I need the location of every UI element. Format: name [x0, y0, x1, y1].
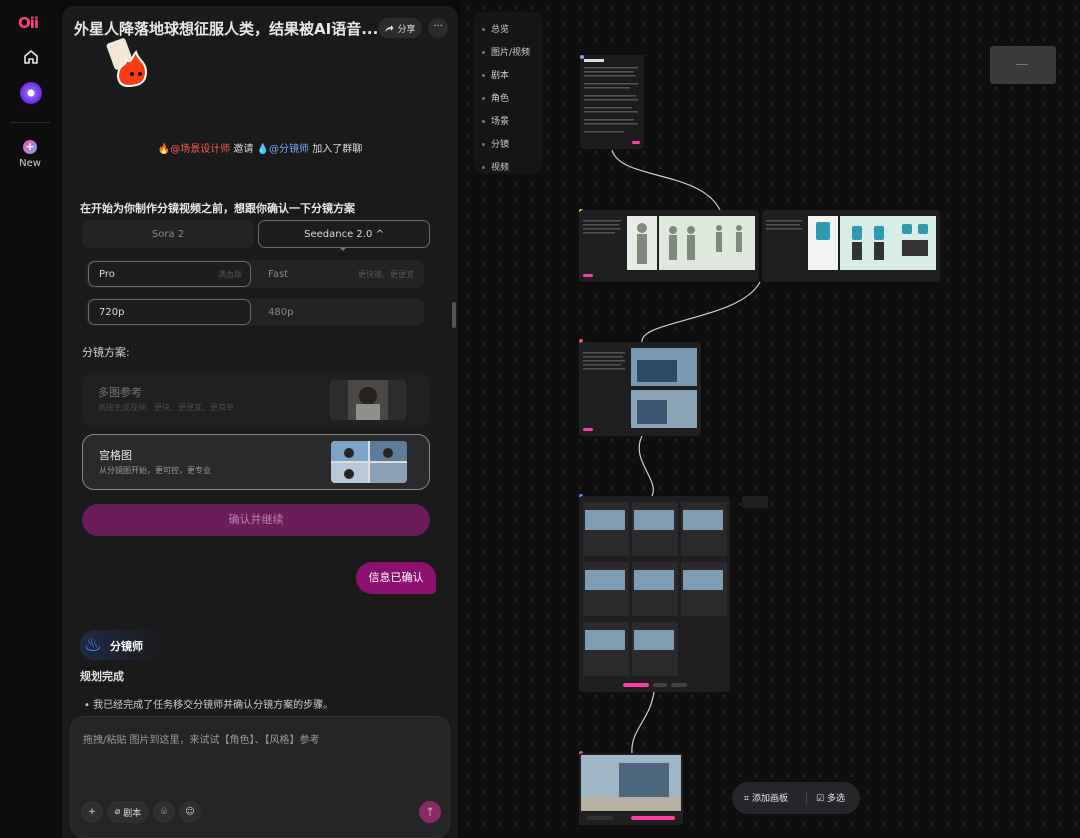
add-board-label: 添加画板 [751, 794, 788, 804]
canvas-nav: 总览 图片/视频 剧本 角色 场景 分镜 视频 [474, 12, 542, 174]
character-node-human[interactable] [579, 210, 759, 282]
nav-item-script[interactable]: 剧本 [482, 68, 509, 81]
nav-item-character[interactable]: 角色 [482, 91, 509, 104]
multi-select-label: 多选 [826, 794, 845, 804]
nav-item-storyboard[interactable]: 分镜 [482, 137, 509, 150]
node-dot [580, 54, 584, 59]
toolbar-divider [806, 791, 807, 805]
nav-item-video[interactable]: 视频 [482, 160, 509, 173]
checkbox-icon: ☑ [816, 794, 825, 804]
minimap[interactable] [990, 46, 1056, 84]
script-node-text-lines [584, 59, 640, 144]
scene-node[interactable] [579, 342, 701, 436]
crop-icon: ⌗ [744, 794, 750, 804]
nav-item-overview[interactable]: 总览 [482, 22, 509, 35]
script-node[interactable] [580, 55, 644, 149]
video-node[interactable] [579, 753, 683, 825]
character-node-robot[interactable] [762, 210, 940, 282]
canvas-toolbar: ⌗ 添加画板 ☑ 多选 [732, 782, 860, 814]
multi-select-button[interactable]: ☑ 多选 [816, 791, 845, 804]
storyboard-node-side-tab[interactable] [742, 496, 768, 508]
storyboard-node[interactable] [579, 496, 730, 692]
script-node-header [580, 46, 586, 65]
nav-item-scene[interactable]: 场景 [482, 114, 509, 127]
nav-item-media[interactable]: 图片/视频 [482, 45, 530, 58]
add-board-button[interactable]: ⌗ 添加画板 [744, 791, 788, 804]
